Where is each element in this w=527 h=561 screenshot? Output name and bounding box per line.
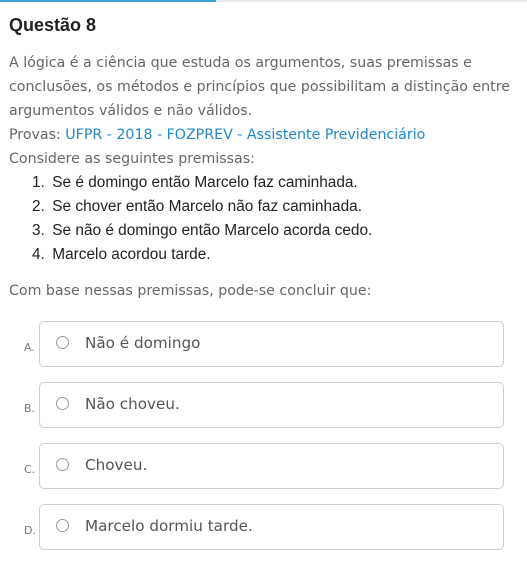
option-text: Marcelo dormiu tarde. [85, 517, 253, 535]
question-title: Questão 8 [9, 15, 97, 35]
premise-item: 3. Se não é domingo então Marcelo acorda… [32, 219, 517, 243]
premises-intro: Considere as seguintes premissas: [9, 151, 255, 167]
option-text: Não é domingo [85, 334, 201, 352]
option-letter: D. [24, 524, 36, 537]
premise-item: 4. Marcelo acordou tarde. [32, 243, 517, 267]
premise-number: 1. [32, 174, 45, 191]
progress-fill [0, 0, 217, 2]
provas-line: Provas: UFPR - 2018 - FOZPREV - Assisten… [9, 123, 517, 147]
radio-button[interactable] [56, 458, 69, 471]
option-letter: A. [24, 341, 35, 354]
premise-item: 1. Se é domingo então Marcelo faz caminh… [32, 171, 517, 195]
answer-option-d-box[interactable]: Marcelo dormiu tarde. [39, 504, 504, 550]
premise-item: 2. Se chover então Marcelo não faz camin… [32, 195, 517, 219]
option-text: Não choveu. [85, 395, 180, 413]
radio-button[interactable] [56, 336, 69, 349]
premise-text: Marcelo acordou tarde. [52, 246, 211, 263]
radio-button[interactable] [56, 519, 69, 532]
provas-link[interactable]: UFPR - 2018 - FOZPREV - Assistente Previ… [65, 127, 425, 143]
radio-button[interactable] [56, 397, 69, 410]
premise-number: 2. [32, 198, 45, 215]
option-text: Choveu. [85, 456, 148, 474]
option-letter: B. [24, 402, 36, 415]
answer-option-c-box[interactable]: Choveu. [39, 443, 504, 489]
premise-text: Se não é domingo então Marcelo acorda ce… [52, 222, 373, 239]
answer-option-d: D. Marcelo dormiu tarde. [0, 504, 527, 550]
question-body: A lógica é a ciência que estuda os argum… [9, 51, 517, 267]
provas-label: Provas: [9, 127, 61, 143]
answer-option-c: C. Choveu. [0, 443, 527, 489]
answer-option-b: B. Não choveu. [0, 382, 527, 428]
answer-option-a-box[interactable]: Não é domingo [39, 321, 504, 367]
premise-text: Se é domingo então Marcelo faz caminhada… [52, 174, 358, 191]
answer-option-a: A. Não é domingo [0, 321, 527, 367]
question-intro: A lógica é a ciência que estuda os argum… [9, 55, 510, 119]
premise-number: 3. [32, 222, 45, 239]
progress-track [0, 0, 527, 2]
option-letter: C. [24, 463, 36, 476]
answer-option-b-box[interactable]: Não choveu. [39, 382, 504, 428]
question-prompt: Com base nessas premissas, pode-se concl… [9, 283, 372, 299]
premises-list: 1. Se é domingo então Marcelo faz caminh… [9, 171, 517, 267]
premise-text: Se chover então Marcelo não faz caminhad… [52, 198, 362, 215]
premise-number: 4. [32, 246, 45, 263]
